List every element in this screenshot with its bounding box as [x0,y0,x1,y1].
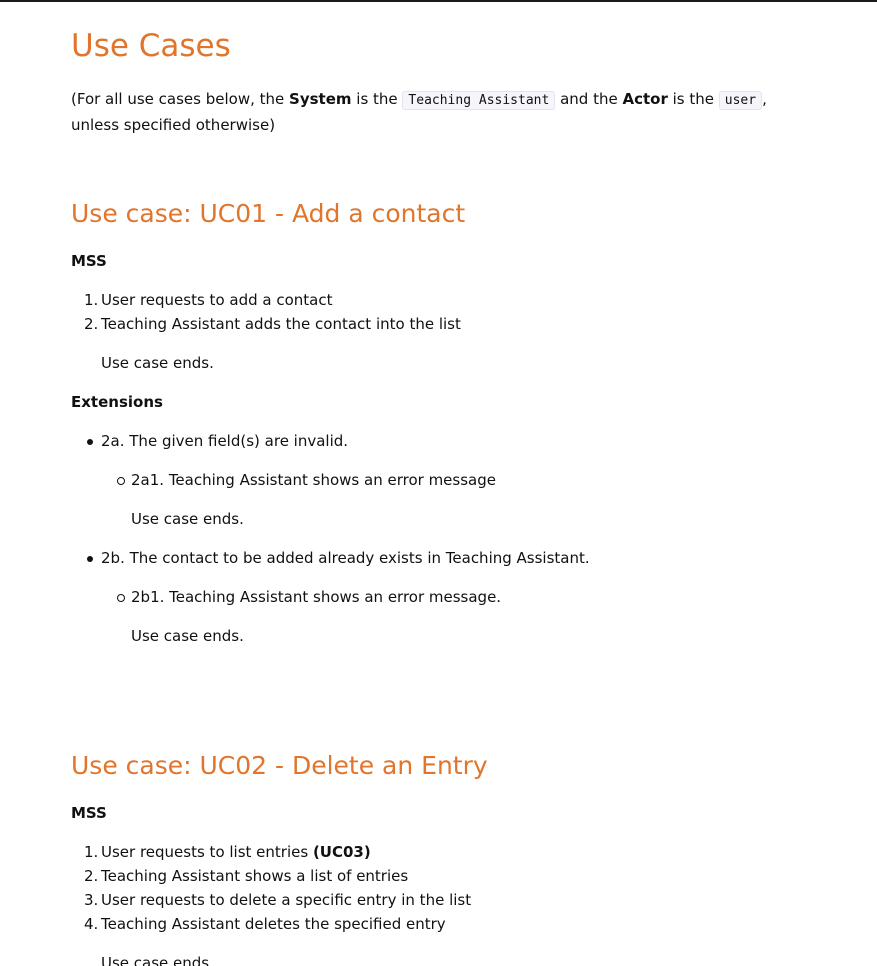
list-text: 2a. The given field(s) are invalid. [101,432,349,450]
system-code: Teaching Assistant [402,91,556,110]
list-item: 1. User requests to list entries (UC03) [84,840,471,864]
uc01-ext-2a1: 2a1. Teaching Assistant shows an error m… [117,468,496,492]
list-text: Teaching Assistant deletes the specified… [101,915,446,933]
list-item: 2b. The contact to be added already exis… [87,546,590,570]
bullet-icon [87,556,93,562]
list-text: User requests to list entries [101,843,313,861]
uc02-mss-label: MSS [71,801,107,825]
list-text: Teaching Assistant adds the contact into… [101,315,461,333]
list-item: 2b1. Teaching Assistant shows an error m… [117,585,502,609]
list-item: 4. Teaching Assistant deletes the specifi… [84,912,471,936]
uc02-ends: Use case ends. [101,954,214,966]
actor-code: user [718,91,763,110]
uc01-ext-2a-ends: Use case ends. [131,510,244,528]
list-text: User requests to add a contact [101,291,333,309]
list-item: 2. Teaching Assistant shows a list of ent… [84,864,471,888]
intro-paragraph: (For all use cases below, the System is … [71,87,791,138]
uc01-extensions-label: Extensions [71,390,163,414]
list-number: 1. [84,291,99,309]
list-text: User requests to delete a specific entry… [101,891,472,909]
uc01-ext-2b1: 2b1. Teaching Assistant shows an error m… [117,585,502,609]
intro-prefix: (For all use cases below, the [71,90,290,108]
circle-bullet-icon [117,594,125,602]
uc01-ends: Use case ends. [101,354,214,372]
uc01-extensions-label-text: Extensions [71,393,163,411]
list-number: 2. [84,315,99,333]
top-border [0,0,877,2]
bullet-icon [87,439,93,445]
system-label: System [289,90,352,108]
list-item: 2a1. Teaching Assistant shows an error m… [117,468,496,492]
list-item: 2. Teaching Assistant adds the contact in… [84,312,461,336]
uc02-title: Use case: UC02 - Delete an Entry [71,751,488,780]
list-text: 2a1. Teaching Assistant shows an error m… [131,471,496,489]
uc02-mss-label-text: MSS [71,804,107,822]
uc01-title: Use case: UC01 - Add a contact [71,199,466,228]
uc01-mss-list: 1. User requests to add a contact 2. Teach… [84,288,461,336]
actor-label: Actor [622,90,668,108]
list-item: 3. User requests to delete a specific ent… [84,888,472,912]
list-number: 2. [84,867,99,885]
list-text: Teaching Assistant shows a list of entri… [101,867,409,885]
uc01-mss-label-text: MSS [71,252,107,270]
list-text: 2b. The contact to be added already exis… [101,549,590,567]
list-number: 1. [84,843,99,861]
list-item: 2a. The given field(s) are invalid. [87,429,349,453]
uc01-ext-2b: 2b. The contact to be added already exis… [87,546,590,570]
list-number: 4. [84,915,99,933]
uc01-ext-2b-ends: Use case ends. [131,627,244,645]
list-text: 2b1. Teaching Assistant shows an error m… [131,588,502,606]
intro-mid1: is the [351,90,403,108]
list-item: 1. User requests to add a contact [84,288,461,312]
uc01-mss-label: MSS [71,249,107,273]
list-number: 3. [84,891,99,909]
circle-bullet-icon [117,477,125,485]
intro-mid2: and the [555,90,623,108]
uc01-ext-2a: 2a. The given field(s) are invalid. [87,429,349,453]
uc02-mss-list: 1. User requests to list entries (UC03) 2… [84,840,472,936]
intro-mid3: is the [667,90,719,108]
uc-reference: (UC03) [312,843,371,861]
page-title: Use Cases [71,28,231,64]
